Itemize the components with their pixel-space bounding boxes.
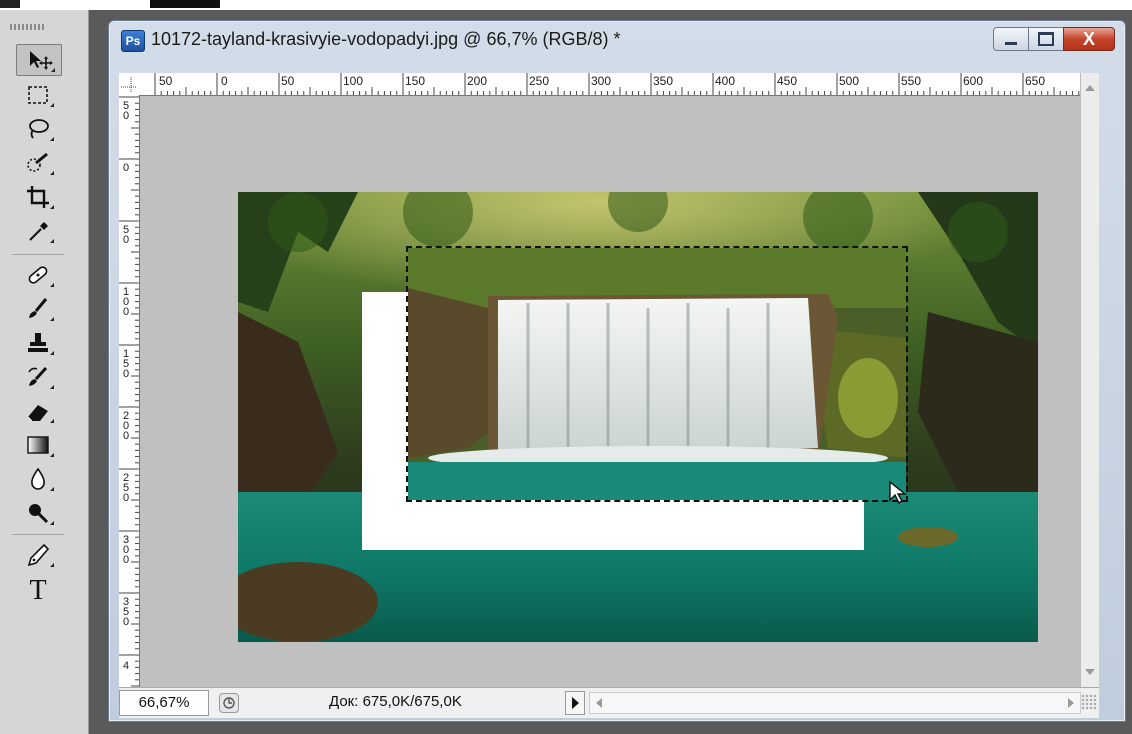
vertical-scrollbar[interactable] <box>1080 73 1099 687</box>
ruler-origin-icon <box>121 77 137 93</box>
quick-select-icon <box>27 152 48 172</box>
eyedropper-icon <box>29 222 48 241</box>
type-tool[interactable]: T <box>16 575 60 606</box>
selection-marquee[interactable] <box>406 246 908 502</box>
ruler-label: 650 <box>1025 74 1046 88</box>
brush-icon <box>29 298 48 318</box>
healing-brush-tool[interactable] <box>16 260 60 290</box>
horizontal-scrollbar[interactable] <box>589 692 1081 714</box>
scroll-up-icon[interactable] <box>1085 85 1095 91</box>
history-brush-icon <box>28 366 48 386</box>
ruler-label: 300 <box>591 74 612 88</box>
scroll-right-icon[interactable] <box>1068 698 1074 708</box>
close-icon: X <box>1082 28 1095 49</box>
top-strip <box>0 0 1132 10</box>
ruler-label: 50 <box>159 74 173 88</box>
maximize-icon <box>1038 32 1054 46</box>
quick-selection-tool[interactable] <box>16 148 60 178</box>
canvas-frame: 50 0 50 100 150 200 250 300 350 400 450 … <box>119 73 1099 687</box>
lasso-tool[interactable] <box>16 114 60 144</box>
marquee-tool[interactable] <box>16 80 60 110</box>
ruler-label: 150 <box>122 348 130 380</box>
move-icon <box>30 51 53 70</box>
minimize-icon <box>1005 41 1017 45</box>
status-bar: 66,67% Док: 675,0K/675,0K <box>119 687 1099 718</box>
ruler-label: 50 <box>122 100 130 122</box>
ruler-label: 200 <box>122 410 130 442</box>
scroll-left-icon[interactable] <box>596 698 602 708</box>
window-controls: X <box>993 27 1115 51</box>
eyedropper-tool[interactable] <box>16 216 60 246</box>
blur-tool[interactable] <box>16 464 60 494</box>
top-strip-fragment <box>150 0 220 8</box>
horizontal-ruler[interactable]: 50 0 50 100 150 200 250 300 350 400 450 … <box>139 73 1091 96</box>
canvas-workarea[interactable] <box>140 96 1081 687</box>
maximize-button[interactable] <box>1028 27 1064 51</box>
ruler-label: 50 <box>281 74 295 88</box>
document-size-info: Док: 675,0K/675,0K <box>329 693 462 710</box>
selected-waterfall <box>408 248 906 500</box>
scroll-down-icon[interactable] <box>1085 669 1095 675</box>
ruler-label: 100 <box>343 74 364 88</box>
status-menu-arrow[interactable] <box>565 691 585 715</box>
eraser-icon <box>27 405 48 422</box>
tools-panel: T <box>0 10 89 734</box>
type-icon: T <box>29 575 47 606</box>
clone-stamp-tool[interactable] <box>16 328 60 358</box>
lasso-icon <box>29 119 49 139</box>
ruler-label: 350 <box>122 596 130 628</box>
ruler-label: 250 <box>529 74 550 88</box>
move-tool[interactable] <box>16 44 62 76</box>
close-button[interactable]: X <box>1063 27 1115 51</box>
gradient-tool[interactable] <box>16 430 60 460</box>
ruler-label: 4 <box>122 660 130 672</box>
dodge-tool[interactable] <box>16 498 60 528</box>
stamp-icon <box>28 333 48 352</box>
pen-tool[interactable] <box>16 540 60 570</box>
bandage-icon <box>28 266 48 284</box>
ruler-label: 300 <box>122 534 130 566</box>
ruler-label: 0 <box>221 74 228 88</box>
ruler-label: 100 <box>122 286 130 318</box>
crop-tool[interactable] <box>16 182 60 212</box>
pen-icon <box>27 543 50 567</box>
dodge-icon <box>29 504 49 524</box>
ruler-label: 50 <box>122 224 130 246</box>
ruler-label: 150 <box>405 74 426 88</box>
rect-marquee-icon <box>28 86 48 104</box>
panel-grip[interactable] <box>10 24 46 30</box>
document-title: 10172-tayland-krasivyie-vodopadyi.jpg @ … <box>151 29 621 49</box>
minimize-button[interactable] <box>993 27 1029 51</box>
top-strip-fragment <box>0 0 20 8</box>
ruler-label: 400 <box>715 74 736 88</box>
cursor-icon <box>889 480 907 504</box>
ruler-label: 0 <box>122 162 130 174</box>
ruler-label: 250 <box>122 472 130 504</box>
document-window: Ps 10172-tayland-krasivyie-vodopadyi.jpg… <box>108 20 1126 722</box>
brush-tool[interactable] <box>16 294 60 324</box>
resize-grip[interactable] <box>1081 694 1097 710</box>
ruler-label: 550 <box>901 74 922 88</box>
ruler-label: 200 <box>467 74 488 88</box>
photoshop-app-icon: Ps <box>121 30 145 52</box>
eraser-tool[interactable] <box>16 396 60 426</box>
zoom-level-field[interactable]: 66,67% <box>119 690 209 716</box>
status-info-icon[interactable] <box>219 693 239 713</box>
crop-icon <box>27 186 49 208</box>
ruler-label: 600 <box>963 74 984 88</box>
vertical-ruler[interactable]: 50 0 50 100 150 200 250 300 350 4 <box>119 95 140 687</box>
ruler-label: 350 <box>653 74 674 88</box>
ruler-label: 450 <box>777 74 798 88</box>
history-brush-tool[interactable] <box>16 362 60 392</box>
drop-icon <box>31 467 45 490</box>
ruler-label: 500 <box>839 74 860 88</box>
gradient-icon <box>27 436 49 454</box>
ruler-origin[interactable] <box>119 73 140 96</box>
document-titlebar[interactable]: Ps 10172-tayland-krasivyie-vodopadyi.jpg… <box>109 21 1125 55</box>
